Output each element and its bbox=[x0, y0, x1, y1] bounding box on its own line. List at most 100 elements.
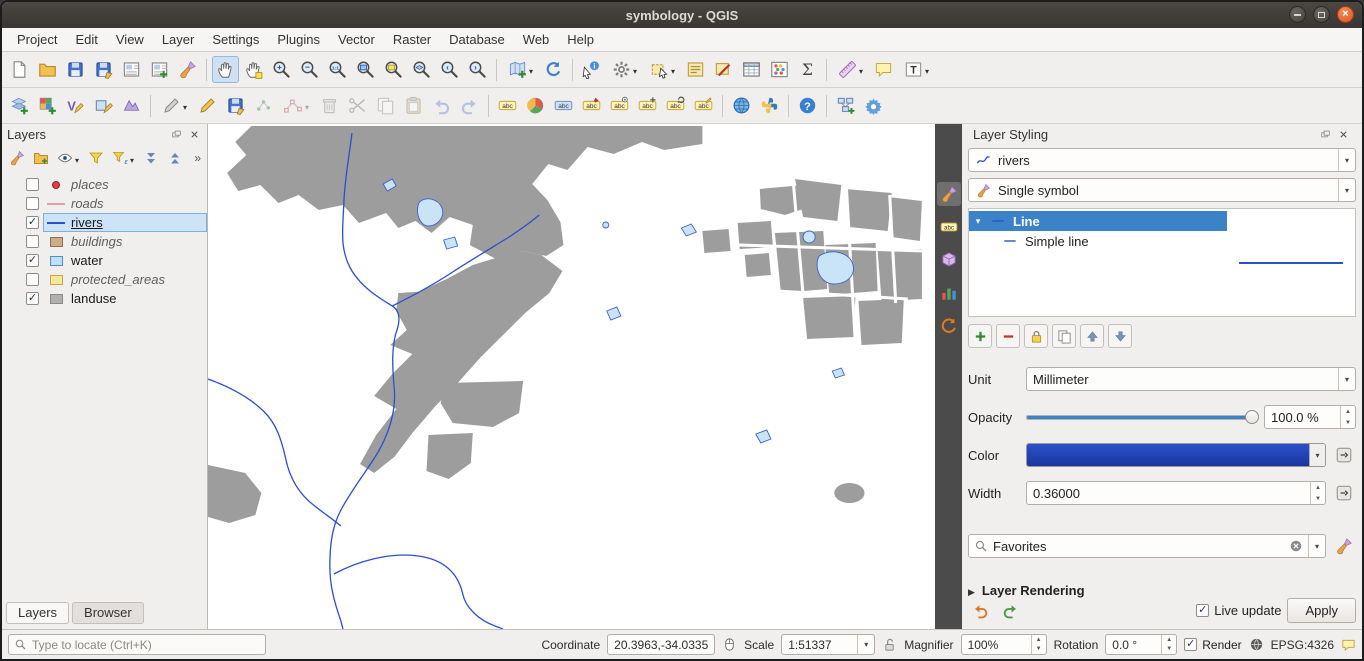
run-feature-action-icon[interactable] bbox=[606, 56, 643, 83]
symbology-tab-icon[interactable] bbox=[937, 182, 961, 206]
new-virtual-layer-icon[interactable] bbox=[118, 92, 145, 119]
layer-visibility-checkbox[interactable] bbox=[26, 197, 39, 210]
new-shapefile-layer-icon[interactable]: V bbox=[62, 92, 89, 119]
coordinate-extent-icon[interactable] bbox=[722, 637, 737, 652]
symbol-type-selector[interactable]: Single symbol bbox=[968, 178, 1356, 202]
collapse-all-icon[interactable] bbox=[163, 147, 186, 170]
toolbar-overflow[interactable]: » bbox=[194, 151, 204, 165]
layer-visibility-checkbox[interactable] bbox=[26, 273, 39, 286]
rotate-label-icon[interactable]: abc bbox=[662, 92, 689, 119]
map-tips-icon[interactable] bbox=[870, 56, 897, 83]
text-annotation-icon[interactable]: T bbox=[898, 56, 935, 83]
help-contents-icon[interactable]: ? bbox=[794, 92, 821, 119]
open-attribute-table-icon[interactable] bbox=[738, 56, 765, 83]
spin-arrows[interactable] bbox=[1340, 406, 1355, 428]
view-3d-tab-icon[interactable] bbox=[937, 248, 961, 272]
filter-by-expression-icon[interactable]: ε bbox=[108, 147, 138, 170]
highlight-pinned-labels-icon[interactable]: abc bbox=[550, 92, 577, 119]
save-layer-edits-icon[interactable] bbox=[222, 92, 249, 119]
select-features-icon[interactable] bbox=[644, 56, 681, 83]
zoom-to-selection-icon[interactable] bbox=[380, 56, 407, 83]
color-swatch[interactable] bbox=[1027, 444, 1309, 466]
spin-arrows[interactable] bbox=[1310, 482, 1325, 504]
change-label-icon[interactable]: abc bbox=[690, 92, 717, 119]
remove-symbol-layer-icon[interactable] bbox=[996, 324, 1020, 348]
pan-map-icon[interactable] bbox=[212, 56, 239, 83]
unit-selector[interactable]: Millimeter bbox=[1026, 367, 1356, 391]
diagrams-tab-icon[interactable] bbox=[937, 281, 961, 305]
layer-item-protected_areas[interactable]: protected_areas bbox=[43, 270, 207, 289]
crs-icon[interactable] bbox=[1249, 637, 1264, 652]
add-symbol-layer-icon[interactable] bbox=[968, 324, 992, 348]
clear-search-icon[interactable] bbox=[1289, 539, 1303, 553]
layer-rendering-expander[interactable]: Layer Rendering bbox=[968, 583, 1356, 598]
menu-help[interactable]: Help bbox=[558, 29, 603, 50]
move-label-icon[interactable]: abc bbox=[634, 92, 661, 119]
expander-icon[interactable] bbox=[973, 216, 983, 227]
symbol-tree-item-simple-line[interactable]: Simple line bbox=[969, 231, 1227, 251]
close-panel-icon[interactable] bbox=[1336, 127, 1351, 142]
close-panel-icon[interactable] bbox=[187, 127, 202, 142]
identify-features-icon[interactable]: i bbox=[578, 56, 605, 83]
cut-features-icon[interactable] bbox=[344, 92, 371, 119]
opacity-spinbox[interactable]: 100.0 % bbox=[1264, 405, 1356, 429]
new-map-view-icon[interactable] bbox=[502, 56, 539, 83]
graphical-modeler-icon[interactable] bbox=[832, 92, 859, 119]
messages-icon[interactable] bbox=[1341, 637, 1356, 652]
coordinate-input[interactable]: 20.3963,-34.0335 bbox=[607, 634, 715, 655]
pin-unpin-labels-icon[interactable]: abc bbox=[578, 92, 605, 119]
select-by-form-icon[interactable] bbox=[682, 56, 709, 83]
save-project-icon[interactable] bbox=[62, 56, 89, 83]
zoom-full-icon[interactable] bbox=[352, 56, 379, 83]
save-project-as-icon[interactable] bbox=[90, 56, 117, 83]
labels-tab-icon[interactable]: abc bbox=[937, 215, 961, 239]
manage-map-themes-icon[interactable] bbox=[53, 147, 83, 170]
width-spinbox[interactable]: 0.36000 bbox=[1026, 481, 1326, 505]
menu-settings[interactable]: Settings bbox=[203, 29, 268, 50]
field-calculator-icon[interactable] bbox=[766, 56, 793, 83]
menu-view[interactable]: View bbox=[107, 29, 153, 50]
expand-all-icon[interactable] bbox=[139, 147, 162, 170]
layer-item-rivers[interactable]: rivers bbox=[43, 213, 207, 232]
move-symbol-layer-down-icon[interactable] bbox=[1108, 324, 1132, 348]
metasearch-icon[interactable] bbox=[728, 92, 755, 119]
zoom-in-icon[interactable]: + bbox=[268, 56, 295, 83]
undo-icon[interactable] bbox=[428, 92, 455, 119]
new-geopackage-layer-icon[interactable] bbox=[90, 92, 117, 119]
layer-visibility-checkbox[interactable] bbox=[26, 178, 39, 191]
new-project-icon[interactable] bbox=[6, 56, 33, 83]
color-button[interactable] bbox=[1026, 443, 1326, 467]
opacity-slider[interactable] bbox=[1026, 405, 1258, 429]
panel-tab-browser[interactable]: Browser bbox=[72, 602, 144, 624]
menu-edit[interactable]: Edit bbox=[66, 29, 106, 50]
scale-combobox[interactable]: 1:51337 bbox=[781, 634, 875, 655]
color-data-defined-icon[interactable] bbox=[1332, 443, 1356, 467]
redo-style-icon[interactable] bbox=[998, 599, 1022, 623]
open-data-source-manager-icon[interactable] bbox=[6, 92, 33, 119]
minimize-button[interactable] bbox=[1289, 6, 1306, 23]
layer-item-roads[interactable]: roads bbox=[43, 194, 207, 213]
open-project-icon[interactable] bbox=[34, 56, 61, 83]
lock-scale-icon[interactable] bbox=[882, 637, 897, 652]
vertex-tool-icon[interactable] bbox=[278, 92, 315, 119]
maximize-button[interactable] bbox=[1313, 6, 1330, 23]
duplicate-symbol-layer-icon[interactable] bbox=[1052, 324, 1076, 348]
color-dropdown-icon[interactable] bbox=[1309, 444, 1325, 466]
render-checkbox[interactable]: Render bbox=[1184, 638, 1241, 652]
processing-toolbox-icon[interactable] bbox=[860, 92, 887, 119]
zoom-next-icon[interactable]: › bbox=[464, 56, 491, 83]
redo-icon[interactable] bbox=[456, 92, 483, 119]
lock-symbol-layer-icon[interactable] bbox=[1024, 324, 1048, 348]
new-print-layout-icon[interactable] bbox=[118, 56, 145, 83]
menu-project[interactable]: Project bbox=[8, 29, 66, 50]
spin-arrows[interactable] bbox=[1161, 635, 1176, 654]
filter-legend-icon[interactable] bbox=[84, 147, 107, 170]
add-group-icon[interactable] bbox=[29, 147, 52, 170]
layout-manager-icon[interactable] bbox=[146, 56, 173, 83]
map-canvas[interactable] bbox=[208, 124, 935, 629]
layer-item-places[interactable]: places bbox=[43, 175, 207, 194]
menu-plugins[interactable]: Plugins bbox=[268, 29, 329, 50]
layer-visibility-checkbox[interactable] bbox=[26, 292, 39, 305]
python-console-icon[interactable] bbox=[756, 92, 783, 119]
menu-raster[interactable]: Raster bbox=[384, 29, 440, 50]
